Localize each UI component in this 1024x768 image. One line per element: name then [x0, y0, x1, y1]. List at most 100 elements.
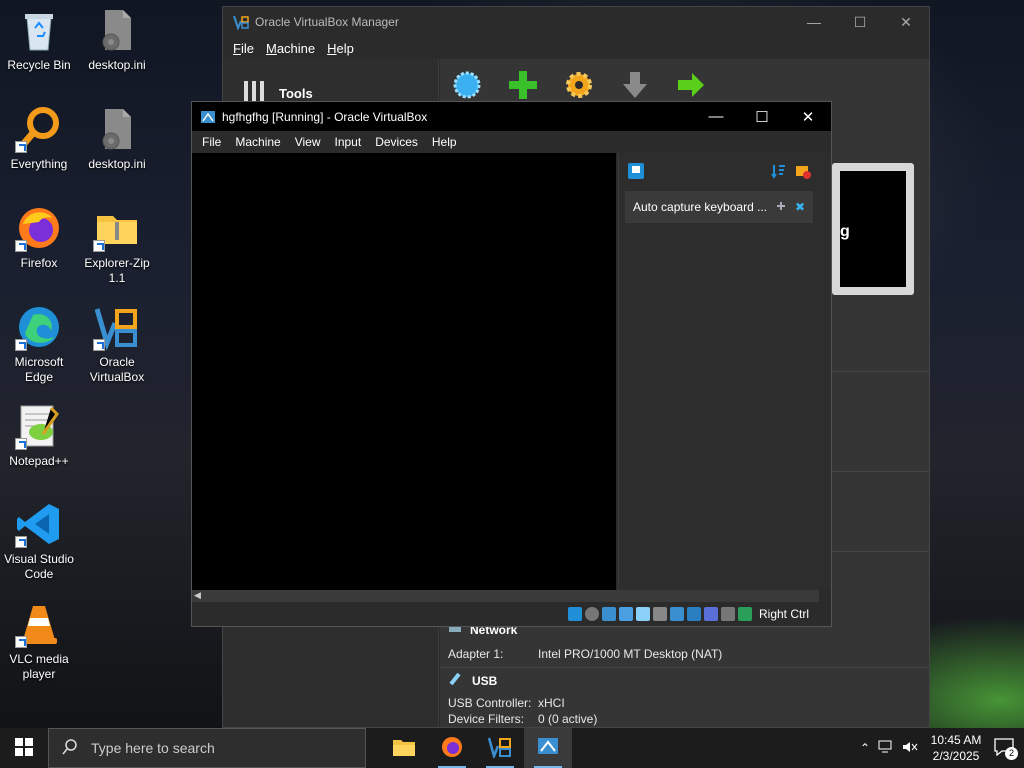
usb-controller-value: xHCI [538, 696, 565, 710]
device-filters-key: Device Filters: [448, 712, 525, 726]
menu-input[interactable]: Input [335, 135, 362, 149]
notification-item[interactable]: Auto capture keyboard ... ✖ [625, 191, 813, 223]
search-box[interactable]: Type here to search [48, 728, 366, 768]
desktop-icon-everything[interactable]: Everything [0, 105, 78, 172]
keep-icon[interactable] [775, 200, 787, 215]
preferences-button[interactable] [448, 67, 486, 105]
desktop-icon-recycle-bin[interactable]: Recycle Bin [0, 6, 78, 73]
desktop-icon-label: Visual Studio Code [4, 552, 74, 581]
horizontal-scrollbar[interactable]: ◀ [192, 590, 819, 602]
keyboard-capture-icon[interactable] [737, 607, 752, 621]
desktop-icon-oracle-virtualbox[interactable]: Oracle VirtualBox [78, 303, 156, 385]
audio-icon[interactable] [601, 607, 616, 621]
close-button[interactable]: ✕ [883, 14, 929, 31]
desktop-icon-explorer-zip[interactable]: Explorer-Zip 1.1 [78, 204, 156, 286]
desktop-icon-label: Oracle VirtualBox [89, 355, 145, 384]
vm-display[interactable] [192, 153, 616, 590]
desktop-icon-desktop-ini-1[interactable]: desktop.ini [78, 6, 156, 73]
vlc-cone-icon [15, 600, 63, 648]
taskbar-virtualbox-manager[interactable] [476, 728, 524, 768]
minimize-button[interactable]: — [791, 14, 837, 31]
start-button[interactable] [0, 728, 48, 768]
desktop-icon-vlc[interactable]: VLC media player [0, 600, 78, 682]
taskbar-file-explorer[interactable] [380, 728, 428, 768]
network-tray-icon[interactable] [878, 740, 894, 757]
virtualization-icon[interactable] [703, 607, 718, 621]
shortcut-arrow-icon [93, 339, 105, 351]
usb-controller-key: USB Controller: [448, 696, 532, 710]
menu-help[interactable]: Help [432, 135, 457, 149]
close-button[interactable]: ✕ [785, 108, 831, 126]
desktop-icon-label: desktop.ini [88, 157, 146, 171]
desktop-icon-firefox[interactable]: Firefox [0, 204, 78, 271]
desktop-icon-label: Everything [10, 157, 68, 171]
manager-title-bar[interactable]: Oracle VirtualBox Manager — ☐ ✕ [223, 7, 929, 37]
menu-help[interactable]: Help [327, 41, 354, 56]
notification-panel: Auto capture keyboard ... ✖ [618, 153, 819, 590]
menu-machine[interactable]: Machine [266, 41, 315, 56]
recording-icon[interactable] [686, 607, 701, 621]
scroll-left-icon[interactable]: ◀ [194, 590, 201, 602]
menu-machine[interactable]: Machine [235, 135, 280, 149]
adapter-value: Intel PRO/1000 MT Desktop (NAT) [538, 647, 723, 661]
panel-scrollbar[interactable] [819, 153, 831, 590]
magnifier-icon [15, 105, 63, 153]
desktop-icon-notepad-plus-plus[interactable]: Notepad++ [0, 402, 78, 469]
virtualbox-icon [487, 736, 512, 761]
clear-notifications-icon[interactable] [795, 163, 811, 182]
menu-view[interactable]: View [295, 135, 321, 149]
vm-preview: g [832, 163, 914, 295]
desktop-icon-label: Recycle Bin [7, 58, 71, 72]
chevron-up-icon[interactable]: ⌃ [860, 741, 870, 755]
search-icon [61, 738, 79, 759]
desktop-icon-label: VLC media player [9, 652, 69, 681]
gear-icon [563, 69, 595, 104]
system-tray: ⌃ 10:45 AM 2/3/2025 2 [860, 732, 1024, 764]
maximize-button[interactable]: ☐ [837, 14, 883, 31]
vm-menu-bar: File Machine View Input Devices Help [192, 131, 831, 153]
shared-folders-icon[interactable] [652, 607, 667, 621]
host-key-label[interactable]: Right Ctrl [759, 607, 809, 621]
taskbar-vm-window[interactable] [524, 728, 572, 768]
usb-controller-row: USB Controller: xHCI [448, 696, 565, 710]
usb-status-icon[interactable] [635, 607, 650, 621]
hard-disk-icon[interactable] [567, 607, 582, 621]
device-filters-value: 0 (0 active) [538, 712, 598, 726]
vm-title-bar[interactable]: hgfhgfhg [Running] - Oracle VirtualBox —… [192, 102, 831, 131]
clock-time: 10:45 AM [930, 733, 982, 747]
vm-window[interactable]: hgfhgfhg [Running] - Oracle VirtualBox —… [191, 101, 832, 627]
close-icon[interactable]: ✖ [795, 200, 805, 214]
tools-label: Tools [279, 86, 313, 101]
shortcut-arrow-icon [15, 438, 27, 450]
settings-button[interactable] [560, 67, 598, 105]
optical-drive-icon[interactable] [584, 607, 599, 621]
menu-file[interactable]: File [202, 135, 221, 149]
desktop-icon-edge[interactable]: Microsoft Edge [0, 303, 78, 385]
menu-file[interactable]: File [233, 41, 254, 56]
notifications-icon[interactable]: 2 [994, 738, 1018, 760]
shortcut-arrow-icon [15, 339, 27, 351]
notification-center-icon[interactable] [627, 162, 645, 183]
notification-text: Auto capture keyboard ... [633, 200, 767, 214]
firefox-icon [441, 736, 463, 761]
volume-muted-icon[interactable] [902, 740, 918, 757]
shortcut-arrow-icon [93, 240, 105, 252]
desktop-icon-vscode[interactable]: Visual Studio Code [0, 500, 78, 582]
discard-button[interactable] [616, 67, 654, 105]
menu-devices[interactable]: Devices [375, 135, 418, 149]
desktop-icon-label: Firefox [20, 256, 58, 270]
mouse-integration-icon[interactable] [720, 607, 735, 621]
display-icon[interactable] [669, 607, 684, 621]
desktop-icon-desktop-ini-2[interactable]: desktop.ini [78, 105, 156, 172]
new-vm-button[interactable] [504, 67, 542, 105]
network-status-icon[interactable] [618, 607, 633, 621]
taskbar-firefox[interactable] [428, 728, 476, 768]
start-button[interactable] [672, 67, 710, 105]
adapter-key: Adapter 1: [448, 647, 504, 661]
vm-title: hgfhgfhg [Running] - Oracle VirtualBox [222, 109, 428, 124]
maximize-button[interactable]: ☐ [739, 108, 785, 126]
sort-icon[interactable] [771, 163, 787, 182]
minimize-button[interactable]: — [693, 108, 739, 126]
clock[interactable]: 10:45 AM 2/3/2025 [926, 732, 986, 764]
desktop-icon-label: desktop.ini [88, 58, 146, 72]
